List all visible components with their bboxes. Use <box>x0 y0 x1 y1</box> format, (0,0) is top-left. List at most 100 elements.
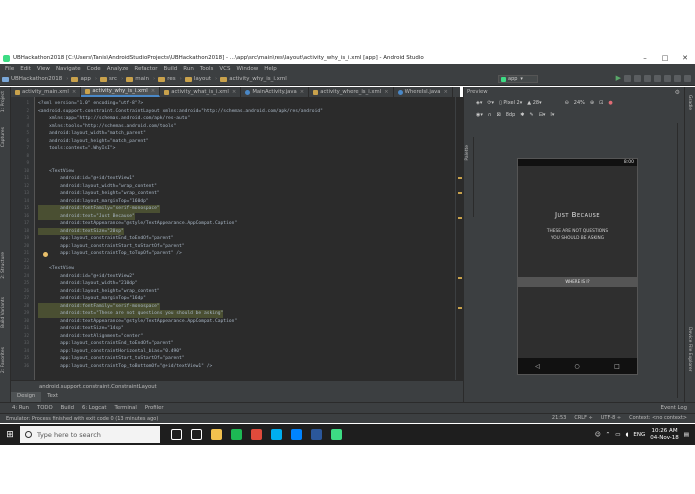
code-line[interactable]: app:layout_constraintHorizontal_bias="0.… <box>38 348 182 356</box>
warning-marker[interactable] <box>458 217 462 219</box>
editor-breadcrumb[interactable]: android.support.constraint.ConstraintLay… <box>11 380 463 392</box>
code-line[interactable]: <android.support.constraint.ConstraintLa… <box>38 108 323 116</box>
code-line[interactable]: android:fontFamily="serif-monospace" <box>38 205 160 213</box>
nav-crumb[interactable]: app <box>71 76 91 82</box>
line-separator[interactable]: CRLF ÷ <box>574 415 592 421</box>
code-line[interactable]: tools:context=".WhyIsI"> <box>38 145 115 153</box>
code-line[interactable]: android:textSize="14sp" <box>38 325 124 333</box>
spotify-app[interactable] <box>228 424 244 445</box>
network-icon[interactable]: ▭ <box>615 432 620 438</box>
guidelines-icon[interactable]: I▾ <box>550 112 554 118</box>
menu-item-code[interactable]: Code <box>84 66 104 72</box>
people-icon[interactable]: ☺ <box>595 432 601 438</box>
tool-window-captures[interactable]: Captures <box>1 127 10 147</box>
clock[interactable]: 10:26 AM 04-Nov-18 <box>650 428 679 442</box>
menu-item-view[interactable]: View <box>34 66 53 72</box>
close-tab-icon[interactable]: × <box>151 88 155 94</box>
editor-scrollbar[interactable] <box>455 97 463 380</box>
tool-window-build-variants[interactable]: Build Variants <box>1 297 10 328</box>
code-line[interactable]: android:layout_marginTop="160dp" <box>38 198 149 206</box>
code-line[interactable]: android:id="@+id/textView1" <box>38 175 135 183</box>
close-tab-icon[interactable]: × <box>443 89 447 95</box>
profile-icon[interactable] <box>634 75 641 82</box>
menu-item-tools[interactable]: Tools <box>197 66 217 72</box>
chrome-app[interactable] <box>248 424 264 445</box>
menu-item-file[interactable]: File <box>2 66 17 72</box>
device-select[interactable]: ▯ Pixel 2▾ <box>499 100 522 106</box>
context-indicator[interactable]: Context: <no context> <box>629 415 687 421</box>
code-line[interactable]: app:layout_constraintStart_toStartOf="pa… <box>38 243 184 251</box>
nav-crumb[interactable]: main <box>126 76 149 82</box>
status-message[interactable]: Emulator: Process finished with exit cod… <box>6 416 158 422</box>
run-config-select[interactable]: app ▾ <box>498 75 538 83</box>
editor-tab[interactable]: activity_what_is_i.xml × <box>160 87 242 97</box>
tool-window-terminal[interactable]: Terminal <box>115 405 137 411</box>
editor-tab[interactable]: WhereIsI.java × <box>394 87 453 97</box>
code-line[interactable]: app:layout_constraintEnd_toEndOf="parent… <box>38 340 173 348</box>
search-icon[interactable] <box>684 75 691 82</box>
preview-heading-text[interactable]: Just Because <box>518 211 637 219</box>
code-line[interactable]: android:textAppearance="@style/TextAppea… <box>38 318 237 326</box>
close-button[interactable]: ✕ <box>675 54 695 62</box>
code-line[interactable]: android:id="@+id/textView2" <box>38 273 135 281</box>
caret-position[interactable]: 21:53 <box>552 415 566 421</box>
code-line[interactable]: android:layout_height="wrap_content" <box>38 190 160 198</box>
nav-crumb[interactable]: src <box>100 76 117 82</box>
code-line[interactable]: android:textSize="20sp" <box>38 227 124 235</box>
nav-crumb[interactable]: UBHackathon2018 <box>2 76 62 82</box>
task-view-app[interactable] <box>168 424 184 445</box>
orientation-icon[interactable]: ⟳▾ <box>487 100 494 106</box>
avd-manager-icon[interactable] <box>664 75 671 82</box>
clear-constraints-icon[interactable]: ⊠ <box>497 112 501 118</box>
sdk-manager-icon[interactable] <box>674 75 681 82</box>
code-line[interactable]: app:layout_constraintStart_toStartOf="pa… <box>38 355 184 363</box>
tool-window--structure[interactable]: 2: Structure <box>1 252 10 279</box>
code-line[interactable]: android:layout_height="wrap_content" <box>38 288 160 296</box>
code-line[interactable]: app:layout_constraintEnd_toEndOf="parent… <box>38 235 173 243</box>
close-tab-icon[interactable]: × <box>300 89 304 95</box>
sync-icon[interactable] <box>654 75 661 82</box>
nav-crumb[interactable]: activity_why_is_i.xml <box>220 76 287 82</box>
volume-icon[interactable]: ◖ <box>625 432 628 438</box>
preview-subtext[interactable]: THESE ARE NOT QUESTIONS YOU SHOULD BE AS… <box>518 228 637 242</box>
menu-item-refactor[interactable]: Refactor <box>131 66 160 72</box>
code-line[interactable]: android:text="Just Because" <box>38 212 135 220</box>
tool-window-profiler[interactable]: Profiler <box>145 405 164 411</box>
magnet-icon[interactable]: ∩ <box>488 112 492 118</box>
android-studio-app[interactable] <box>328 424 344 445</box>
windows-start-button[interactable]: ⊞ <box>0 424 20 445</box>
tool-window-run[interactable]: 4: Run <box>12 405 29 411</box>
tool-window-build[interactable]: Build <box>61 405 74 411</box>
code-line[interactable]: app:layout_constraintTop_toTopOf="parent… <box>38 250 182 258</box>
code-line[interactable]: android:textAlignment="center" <box>38 333 143 341</box>
editor-tab[interactable]: MainActivity.java × <box>241 87 310 97</box>
error-icon[interactable]: ● <box>608 100 612 106</box>
file-explorer-app[interactable] <box>208 424 224 445</box>
code-line[interactable]: android:textAppearance="@style/TextAppea… <box>38 220 237 228</box>
device-screen[interactable]: Just Because THESE ARE NOT QUESTIONS YOU… <box>518 166 637 358</box>
code-line[interactable]: xmlns:app="http://schemas.android.com/ap… <box>38 115 190 123</box>
tool-window-gradle[interactable]: Gradle <box>687 95 692 110</box>
align-icon[interactable]: ⊟▾ <box>539 112 546 118</box>
default-margin-icon[interactable]: 8dp <box>506 112 516 118</box>
design-surface-icon[interactable]: ◈▾ <box>476 100 482 106</box>
nav-crumb[interactable]: res <box>158 76 176 82</box>
editor-tab[interactable]: activity_why_is_i.xml × <box>81 87 161 97</box>
menu-item-window[interactable]: Window <box>234 66 262 72</box>
menu-item-build[interactable]: Build <box>160 66 180 72</box>
magic-wand-icon[interactable]: ✎ <box>529 112 533 118</box>
where-is-i-button[interactable]: WHERE IS I? <box>518 277 637 287</box>
code-line[interactable]: <TextView <box>38 265 74 273</box>
word-app[interactable] <box>308 424 324 445</box>
gear-icon[interactable]: ⚙ <box>675 89 680 96</box>
zoom-in-icon[interactable]: ⊕ <box>590 100 594 106</box>
close-tab-icon[interactable]: × <box>384 89 388 95</box>
code-line[interactable]: android:layout_width="wrap_content" <box>38 183 157 191</box>
maximize-button[interactable]: □ <box>655 54 675 62</box>
minimize-button[interactable]: – <box>635 54 655 62</box>
code-line[interactable]: android:layout_height="match_parent" <box>38 138 149 146</box>
warning-marker[interactable] <box>458 277 462 279</box>
run-icon[interactable]: ▶ <box>616 75 621 82</box>
warning-marker[interactable] <box>458 307 462 309</box>
tool-window--project[interactable]: 1: Project <box>1 91 10 112</box>
